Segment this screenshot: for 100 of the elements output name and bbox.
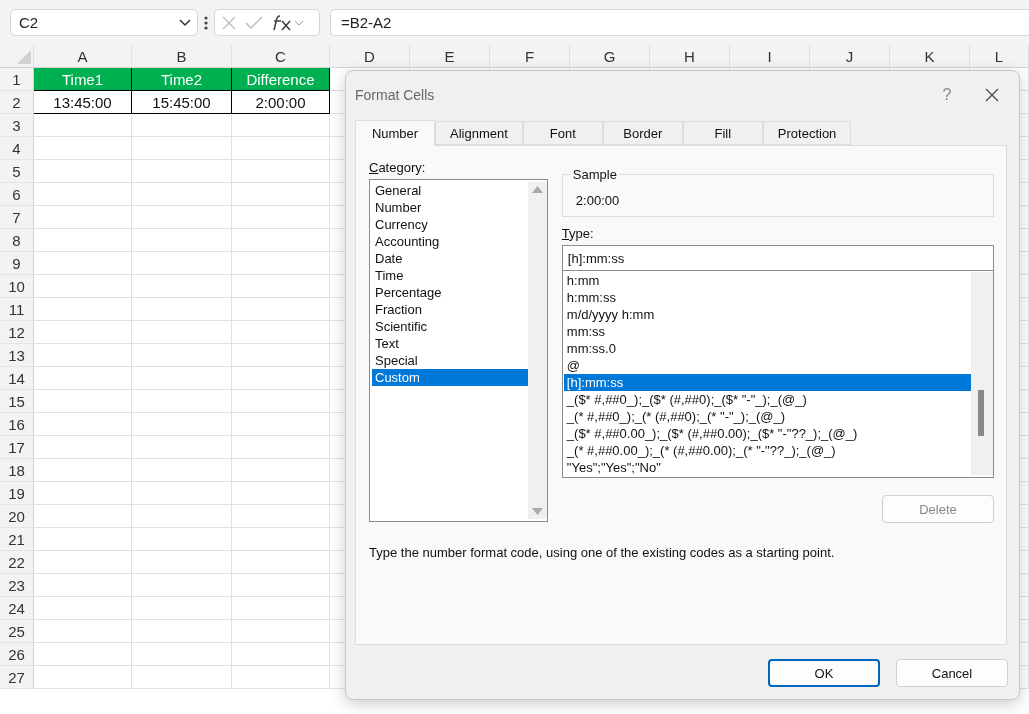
header-cell: Time2 <box>132 68 232 91</box>
row-header[interactable]: 2 <box>0 91 34 114</box>
row-header[interactable]: 20 <box>0 505 34 528</box>
category-item[interactable]: Scientific <box>372 318 528 335</box>
category-label: Category: <box>369 160 427 175</box>
type-field[interactable]: [h]:mm:ss <box>561 245 994 271</box>
type-label: Type: <box>561 226 595 241</box>
header-cell: Time1 <box>34 68 132 91</box>
table-cell: 15:45:00 <box>132 91 232 114</box>
corner-triangle-icon <box>16 50 31 64</box>
row-header[interactable]: 7 <box>0 206 34 229</box>
sample-value: 2:00:00 <box>575 193 620 208</box>
row-header[interactable]: 6 <box>0 183 34 206</box>
column-header[interactable]: L <box>970 45 1029 68</box>
row-header[interactable]: 26 <box>0 643 34 666</box>
row-header[interactable]: 18 <box>0 459 34 482</box>
column-header[interactable]: K <box>890 45 970 68</box>
row-header[interactable]: 25 <box>0 620 34 643</box>
row-header[interactable]: 8 <box>0 229 34 252</box>
category-item[interactable]: Time <box>372 267 528 284</box>
row-header[interactable]: 5 <box>0 160 34 183</box>
tab[interactable]: Fill <box>682 121 763 145</box>
type-item[interactable]: [h]:mm:ss <box>563 374 971 391</box>
row-header[interactable]: 17 <box>0 436 34 459</box>
function-icon[interactable] <box>271 13 305 32</box>
row-header[interactable]: 24 <box>0 597 34 620</box>
category-item[interactable]: Custom <box>372 369 528 386</box>
category-item[interactable]: Currency <box>372 216 528 233</box>
column-header[interactable]: A <box>34 45 132 68</box>
category-item[interactable]: General <box>372 182 528 199</box>
cancel-button[interactable]: Cancel <box>896 659 1008 687</box>
column-header[interactable]: I <box>730 45 810 68</box>
type-item[interactable]: h:mm <box>563 272 971 289</box>
category-list[interactable]: General Number Currency Accounting Date Time Percentage Fraction Scientific Text Special Custom <box>369 179 548 522</box>
ok-button[interactable]: OK <box>768 659 880 687</box>
row-header[interactable]: 9 <box>0 252 34 275</box>
tab[interactable]: Border <box>602 121 683 145</box>
tab[interactable]: Alignment <box>435 121 523 145</box>
column-header[interactable]: F <box>490 45 570 68</box>
row-header[interactable]: 27 <box>0 666 34 689</box>
type-item[interactable]: h:mm:ss <box>563 289 971 306</box>
row-header[interactable]: 1 <box>0 68 34 91</box>
type-item[interactable]: mm:ss.0 <box>563 340 971 357</box>
dialog-title: Format Cells <box>355 87 436 103</box>
more-vertical-icon[interactable] <box>204 15 208 30</box>
scrollbar[interactable] <box>527 182 547 519</box>
type-list[interactable] <box>561 271 994 478</box>
description-text: Type the number format code, using one of the existing codes as a starting point. <box>369 545 836 560</box>
header-cell: Difference <box>232 68 330 91</box>
row-header[interactable]: 4 <box>0 137 34 160</box>
table-cell: 13:45:00 <box>34 91 132 114</box>
row-header[interactable]: 14 <box>0 367 34 390</box>
cancel-icon[interactable] <box>221 14 237 31</box>
tab[interactable]: Font <box>522 121 603 145</box>
type-item[interactable]: m/d/yyyy h:mm <box>563 306 971 323</box>
row-header[interactable]: 19 <box>0 482 34 505</box>
row-header[interactable]: 22 <box>0 551 34 574</box>
scroll-down-icon[interactable] <box>531 508 543 515</box>
category-item[interactable]: Date <box>372 250 528 267</box>
name-box[interactable]: C2 <box>10 9 198 36</box>
row-header[interactable]: 13 <box>0 344 34 367</box>
row-header[interactable]: 23 <box>0 574 34 597</box>
category-item[interactable]: Fraction <box>372 301 528 318</box>
row-header[interactable]: 15 <box>0 390 34 413</box>
formula-field[interactable]: =B2-A2 <box>330 9 1029 36</box>
scroll-up-icon[interactable] <box>531 186 543 193</box>
type-item[interactable]: "Yes";"Yes";"No" <box>563 459 971 476</box>
type-item[interactable]: _($* #,##0.00_);_($* (#,##0.00);_($* "-"??_);_(@_) <box>563 425 971 442</box>
type-item[interactable]: @ <box>563 357 971 374</box>
table-cell: 2:00:00 <box>232 91 330 114</box>
category-item[interactable]: Special <box>372 352 528 369</box>
category-item[interactable]: Text <box>372 335 528 352</box>
type-item[interactable]: _($* #,##0_);_($* (#,##0);_($* "-"_);_(@_) <box>563 391 971 408</box>
row-header[interactable]: 16 <box>0 413 34 436</box>
row-header[interactable]: 10 <box>0 275 34 298</box>
column-header[interactable]: J <box>810 45 890 68</box>
type-item[interactable]: mm:ss <box>563 323 971 340</box>
row-header[interactable]: 21 <box>0 528 34 551</box>
close-icon[interactable] <box>985 88 999 102</box>
type-item[interactable]: _(* #,##0.00_);_(* (#,##0.00);_(* "-"??_);_(@_) <box>563 442 971 459</box>
category-item[interactable]: Percentage <box>372 284 528 301</box>
column-header[interactable]: G <box>570 45 650 68</box>
tab[interactable]: Number <box>355 120 435 146</box>
category-item[interactable]: Number <box>372 199 528 216</box>
row-header[interactable]: 11 <box>0 298 34 321</box>
category-item[interactable]: Accounting <box>372 233 528 250</box>
chevron-down-icon <box>179 18 191 27</box>
row-header[interactable]: 3 <box>0 114 34 137</box>
column-header[interactable]: C <box>232 45 330 68</box>
type-item[interactable]: _(* #,##0_);_(* (#,##0);_(* "-"_);_(@_) <box>563 408 971 425</box>
column-header[interactable]: H <box>650 45 730 68</box>
column-header[interactable]: D <box>330 45 410 68</box>
column-header[interactable]: B <box>132 45 232 68</box>
row-header[interactable]: 12 <box>0 321 34 344</box>
scrollbar-thumb[interactable] <box>978 390 984 436</box>
select-all-corner[interactable] <box>0 45 34 68</box>
check-icon[interactable] <box>245 15 263 30</box>
tab[interactable]: Protection <box>762 121 852 145</box>
sample-label: Sample <box>570 167 619 182</box>
column-header[interactable]: E <box>410 45 490 68</box>
